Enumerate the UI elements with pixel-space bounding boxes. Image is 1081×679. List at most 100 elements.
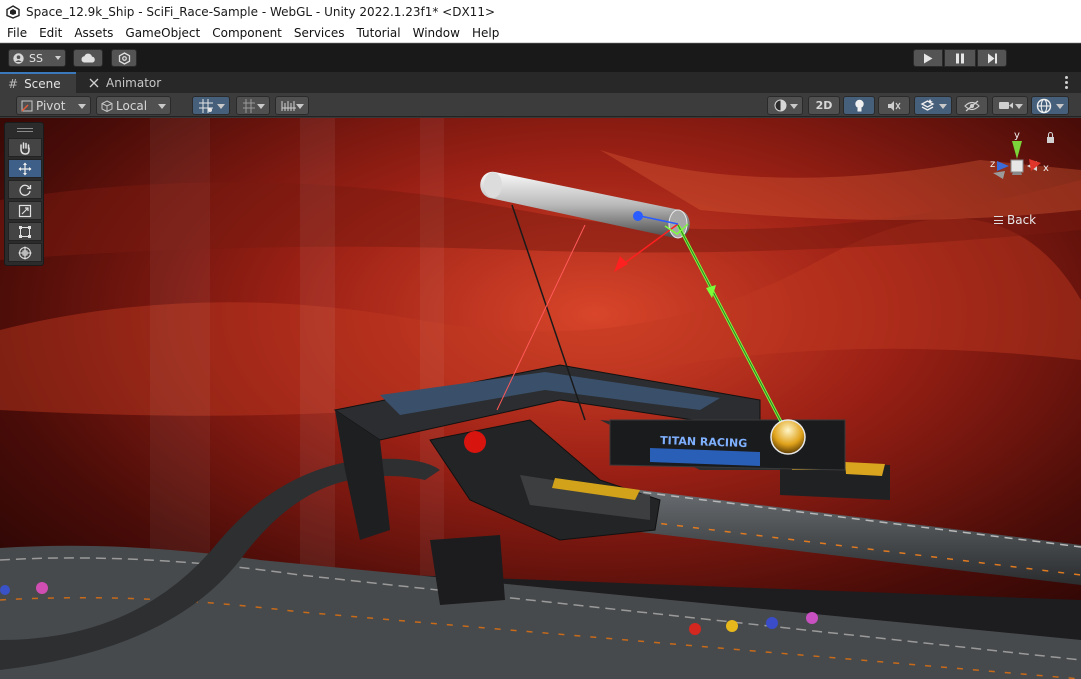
marble xyxy=(689,623,701,635)
gizmos-globe-icon xyxy=(1036,98,1052,113)
local-dropdown[interactable]: Local xyxy=(96,96,171,115)
rotate-icon xyxy=(19,184,32,196)
more-options-icon[interactable] xyxy=(1065,76,1069,89)
tab-strip: # Scene Animator xyxy=(0,72,1081,93)
collab-icon xyxy=(118,51,130,65)
move-arrows-icon xyxy=(18,162,32,175)
camera-settings-dropdown[interactable] xyxy=(992,96,1028,115)
chevron-down-icon xyxy=(939,104,947,109)
chevron-down-icon xyxy=(790,104,798,109)
menu-help[interactable]: Help xyxy=(466,26,505,40)
unity-editor-window: Space_12.9k_Ship - SciFi_Race-Sample - W… xyxy=(0,0,1081,679)
camera-icon xyxy=(999,102,1013,109)
main-toolbar: SS xyxy=(0,44,1081,72)
marble xyxy=(806,612,818,624)
local-label: Local xyxy=(116,98,148,113)
tab-animator-label: Animator xyxy=(106,75,162,90)
unity-logo-icon xyxy=(6,4,20,19)
play-button[interactable] xyxy=(913,49,943,67)
gizmo-axis-z-label: z xyxy=(990,159,995,170)
gizmos-dropdown[interactable] xyxy=(1031,96,1069,115)
z-cone-icon[interactable] xyxy=(997,161,1009,171)
marble xyxy=(36,582,48,594)
rotate-tool[interactable] xyxy=(8,180,42,199)
view-back-label[interactable]: Back xyxy=(994,213,1036,227)
pause-button[interactable] xyxy=(944,49,976,67)
scene-visibility-toggle[interactable] xyxy=(956,96,988,115)
chevron-down-icon xyxy=(1015,104,1023,109)
back-label: Back xyxy=(1007,213,1037,227)
ruler-toggle[interactable] xyxy=(275,96,309,115)
toggle-2d-button[interactable]: 2D xyxy=(808,96,840,115)
cloud-button[interactable] xyxy=(73,49,103,67)
step-icon xyxy=(987,53,997,63)
menu-services[interactable]: Services xyxy=(288,26,351,40)
menu-tutorial[interactable]: Tutorial xyxy=(351,26,407,40)
lighting-toggle[interactable] xyxy=(843,96,875,115)
grid-snap-icon xyxy=(199,98,213,113)
lock-icon[interactable] xyxy=(1047,137,1054,143)
hand-icon xyxy=(20,141,30,155)
z-axis-arrow-icon[interactable] xyxy=(633,211,643,221)
effects-dropdown[interactable] xyxy=(914,96,952,115)
scene-render: TITAN RACING xyxy=(0,118,1081,679)
play-icon xyxy=(924,53,933,63)
audio-toggle[interactable] xyxy=(878,96,910,115)
rect-tool[interactable] xyxy=(8,222,42,241)
menu-file[interactable]: File xyxy=(0,26,33,40)
scene-viewport[interactable]: TITAN RACING xyxy=(0,118,1081,679)
menu-lines-icon xyxy=(994,216,1003,224)
animator-icon xyxy=(89,78,99,87)
window-title: Space_12.9k_Ship - SciFi_Race-Sample - W… xyxy=(26,4,496,19)
tab-scene[interactable]: # Scene xyxy=(0,72,76,93)
step-button[interactable] xyxy=(977,49,1007,67)
increment-snap-icon xyxy=(243,98,255,113)
tab-scene-label: Scene xyxy=(24,76,61,91)
gizmo-center-cube[interactable] xyxy=(1010,159,1024,173)
account-dropdown[interactable]: SS xyxy=(8,49,66,67)
rect-transform-icon xyxy=(19,225,31,238)
neg-x-cone-icon[interactable] xyxy=(993,171,1005,179)
collab-button[interactable] xyxy=(111,49,137,67)
menu-component[interactable]: Component xyxy=(206,26,288,40)
chevron-down-icon xyxy=(257,104,265,109)
scene-toolbar: Pivot Local 2D xyxy=(0,93,1081,117)
menu-edit[interactable]: Edit xyxy=(33,26,68,40)
light-shaft xyxy=(150,118,210,578)
tab-animator[interactable]: Animator xyxy=(80,72,170,93)
chevron-down-icon xyxy=(296,104,304,109)
lightbulb-icon xyxy=(854,99,864,111)
audio-mute-icon xyxy=(888,100,901,111)
marble xyxy=(726,620,738,632)
marble xyxy=(0,585,10,595)
move-tool[interactable] xyxy=(8,159,42,178)
pivot-icon xyxy=(21,100,33,112)
lock-shackle xyxy=(1047,131,1054,137)
cloud-icon xyxy=(81,53,95,63)
effects-layers-icon xyxy=(920,99,935,111)
title-bar: Space_12.9k_Ship - SciFi_Race-Sample - W… xyxy=(0,0,1081,23)
shading-sphere-icon xyxy=(774,99,787,112)
toggle-2d-label: 2D xyxy=(815,99,833,112)
menu-assets[interactable]: Assets xyxy=(68,26,119,40)
light-shaft xyxy=(300,118,335,578)
transform-tool[interactable] xyxy=(8,243,42,262)
local-cube-icon xyxy=(101,99,113,112)
transform-icon xyxy=(18,246,32,259)
increment-snap-toggle[interactable] xyxy=(236,96,270,115)
drag-grip-icon[interactable] xyxy=(17,128,33,132)
y-cone-icon[interactable] xyxy=(1012,141,1022,159)
chevron-down-icon xyxy=(158,104,166,109)
light-shaft xyxy=(420,118,444,578)
scale-icon xyxy=(18,204,32,217)
menu-gameobject[interactable]: GameObject xyxy=(119,26,206,40)
grid-snapping-toggle[interactable] xyxy=(192,96,230,115)
marble xyxy=(766,617,778,629)
menu-window[interactable]: Window xyxy=(407,26,466,40)
hand-tool[interactable] xyxy=(8,138,42,157)
shading-mode-dropdown[interactable] xyxy=(767,96,803,115)
pause-icon xyxy=(956,53,964,63)
pendulum-ball xyxy=(770,419,806,455)
scale-tool[interactable] xyxy=(8,201,42,220)
pivot-dropdown[interactable]: Pivot xyxy=(16,96,91,115)
